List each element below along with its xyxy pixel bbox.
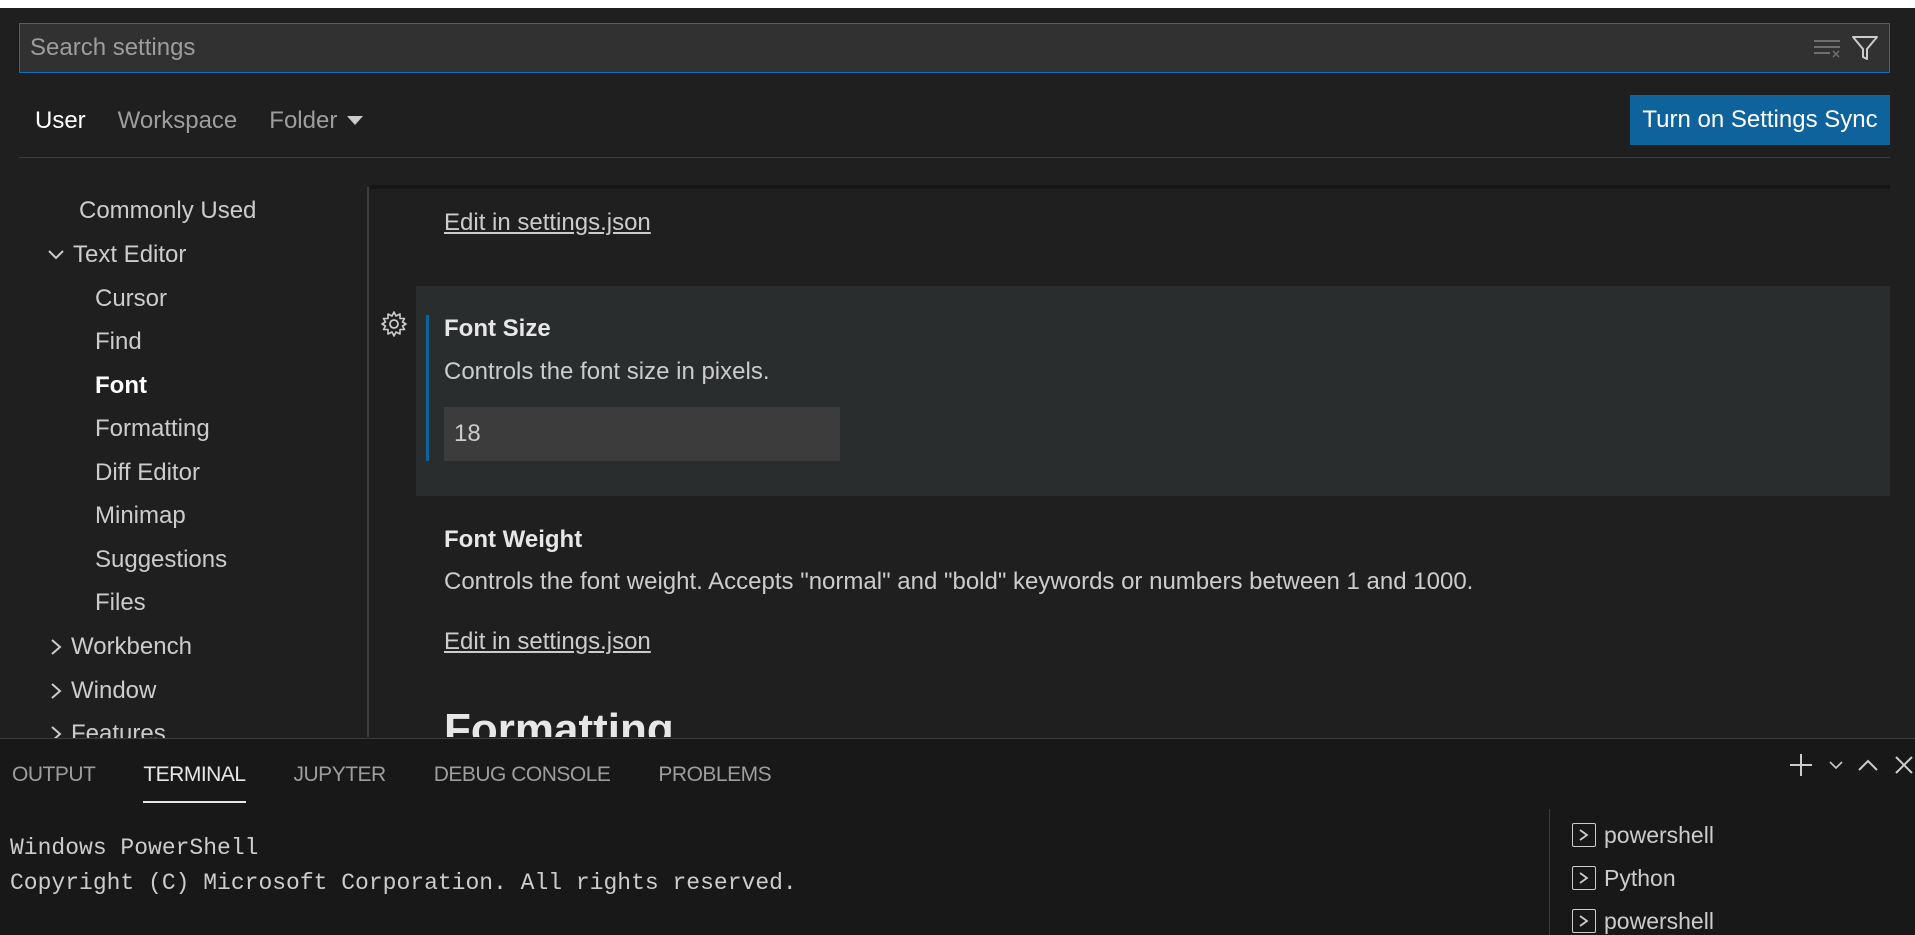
panel-actions (1787, 751, 1915, 779)
bottom-panel: OUTPUT TERMINAL JUPYTER DEBUG CONSOLE PR… (0, 738, 1915, 935)
toc-item-formatting[interactable]: Formatting (95, 408, 210, 450)
tab-user[interactable]: User (35, 107, 86, 135)
terminal-name: powershell (1604, 821, 1714, 848)
toc-label: Workbench (71, 633, 192, 660)
terminal-icon (1572, 866, 1596, 890)
toc-item-window[interactable]: Window (49, 670, 156, 712)
toc-item-minimap[interactable]: Minimap (95, 495, 186, 537)
toc-item-find[interactable]: Find (95, 321, 142, 363)
search-input[interactable] (30, 34, 1813, 62)
tab-terminal[interactable]: TERMINAL (143, 763, 246, 803)
toc-label: Files (95, 589, 146, 616)
chevron-right-icon (51, 639, 62, 655)
terminal-line: Windows PowerShell (10, 835, 259, 861)
close-icon[interactable] (1893, 754, 1915, 776)
terminal-icon (1572, 823, 1596, 847)
toc-item-files[interactable]: Files (95, 582, 146, 624)
toc-item-commonly-used[interactable]: Commonly Used (79, 190, 256, 232)
toc-label: Suggestions (95, 546, 228, 573)
toc-label: Cursor (95, 285, 168, 312)
toc-item-text-editor[interactable]: Text Editor (47, 234, 186, 276)
section-heading: Formatting (444, 705, 674, 737)
terminal-output[interactable]: Windows PowerShell Copyright (C) Microsof… (10, 831, 797, 901)
terminal-name: powershell (1604, 907, 1714, 934)
terminal-list-item[interactable]: Python (1572, 858, 1676, 898)
search-box[interactable] (19, 23, 1890, 73)
terminal-icon (1572, 909, 1596, 933)
tab-folder[interactable]: Folder (269, 107, 364, 135)
settings-toc: Commonly Used Text Editor Cursor Find Fo… (0, 190, 368, 739)
toc-label: Features (71, 720, 166, 739)
tab-jupyter[interactable]: JUPYTER (294, 763, 387, 803)
toc-item-suggestions[interactable]: Suggestions (95, 539, 227, 581)
caret-down-icon (347, 116, 364, 125)
tab-problems[interactable]: PROBLEMS (658, 763, 771, 803)
tab-folder-label: Folder (269, 107, 338, 134)
toc-item-features[interactable]: Features (49, 713, 166, 739)
setting-row-font-size (416, 286, 1890, 496)
top-strip (0, 0, 1915, 8)
terminal-list-item[interactable]: powershell (1572, 901, 1714, 935)
settings-scope-tabs: User Workspace Folder (35, 107, 364, 135)
setting-title: Font Weight (444, 526, 583, 553)
toc-label: Diff Editor (95, 459, 200, 486)
focus-indicator (426, 315, 429, 461)
setting-description: Controls the font size in pixels. (444, 358, 770, 385)
terminal-list: powershell Python powershell (1549, 809, 1915, 935)
toc-divider (367, 187, 369, 737)
scroll-shadow (370, 185, 1890, 189)
toc-item-cursor[interactable]: Cursor (95, 278, 167, 320)
toc-label: Text Editor (73, 241, 187, 268)
new-terminal-icon[interactable] (1787, 751, 1815, 779)
panel-tabs: OUTPUT TERMINAL JUPYTER DEBUG CONSOLE PR… (12, 763, 772, 803)
toc-label: Minimap (95, 502, 186, 529)
setting-title: Font Size (444, 315, 551, 342)
terminal-name: Python (1604, 864, 1676, 891)
filter-icon[interactable] (1851, 34, 1879, 62)
chevron-right-icon (51, 683, 62, 699)
edit-in-settings-json-link[interactable]: Edit in settings.json (444, 209, 651, 237)
divider (19, 157, 1890, 158)
edit-in-settings-json-link[interactable]: Edit in settings.json (444, 628, 651, 656)
toc-item-diff-editor[interactable]: Diff Editor (95, 452, 200, 494)
tab-debug-console[interactable]: DEBUG CONSOLE (434, 763, 611, 803)
settings-editor: User Workspace Folder Turn on Settings S… (0, 0, 1915, 935)
terminal-line: Copyright (C) Microsoft Corporation. All… (10, 870, 797, 896)
setting-description: Controls the font weight. Accepts "norma… (444, 568, 1474, 595)
font-size-input[interactable] (444, 407, 840, 461)
tab-output[interactable]: OUTPUT (12, 763, 96, 803)
tab-workspace[interactable]: Workspace (118, 107, 238, 135)
toc-item-font[interactable]: Font (95, 365, 147, 407)
toc-label: Font (95, 372, 147, 399)
toc-label: Find (95, 328, 142, 355)
toc-item-workbench[interactable]: Workbench (49, 626, 192, 668)
toc-label: Commonly Used (79, 197, 257, 224)
chevron-right-icon (51, 726, 62, 739)
toc-label: Formatting (95, 415, 210, 442)
settings-list: Edit in settings.json Font Size Controls… (370, 185, 1890, 737)
chevron-down-icon (48, 250, 64, 260)
turn-on-settings-sync-button[interactable]: Turn on Settings Sync (1630, 95, 1890, 145)
search-actions (1813, 34, 1889, 62)
gear-icon[interactable] (380, 310, 408, 343)
chevron-down-icon[interactable] (1829, 760, 1843, 770)
terminal-list-item[interactable]: powershell (1572, 815, 1714, 855)
maximize-panel-icon[interactable] (1857, 758, 1879, 772)
clear-filter-icon[interactable] (1813, 36, 1841, 60)
toc-label: Window (71, 677, 157, 704)
